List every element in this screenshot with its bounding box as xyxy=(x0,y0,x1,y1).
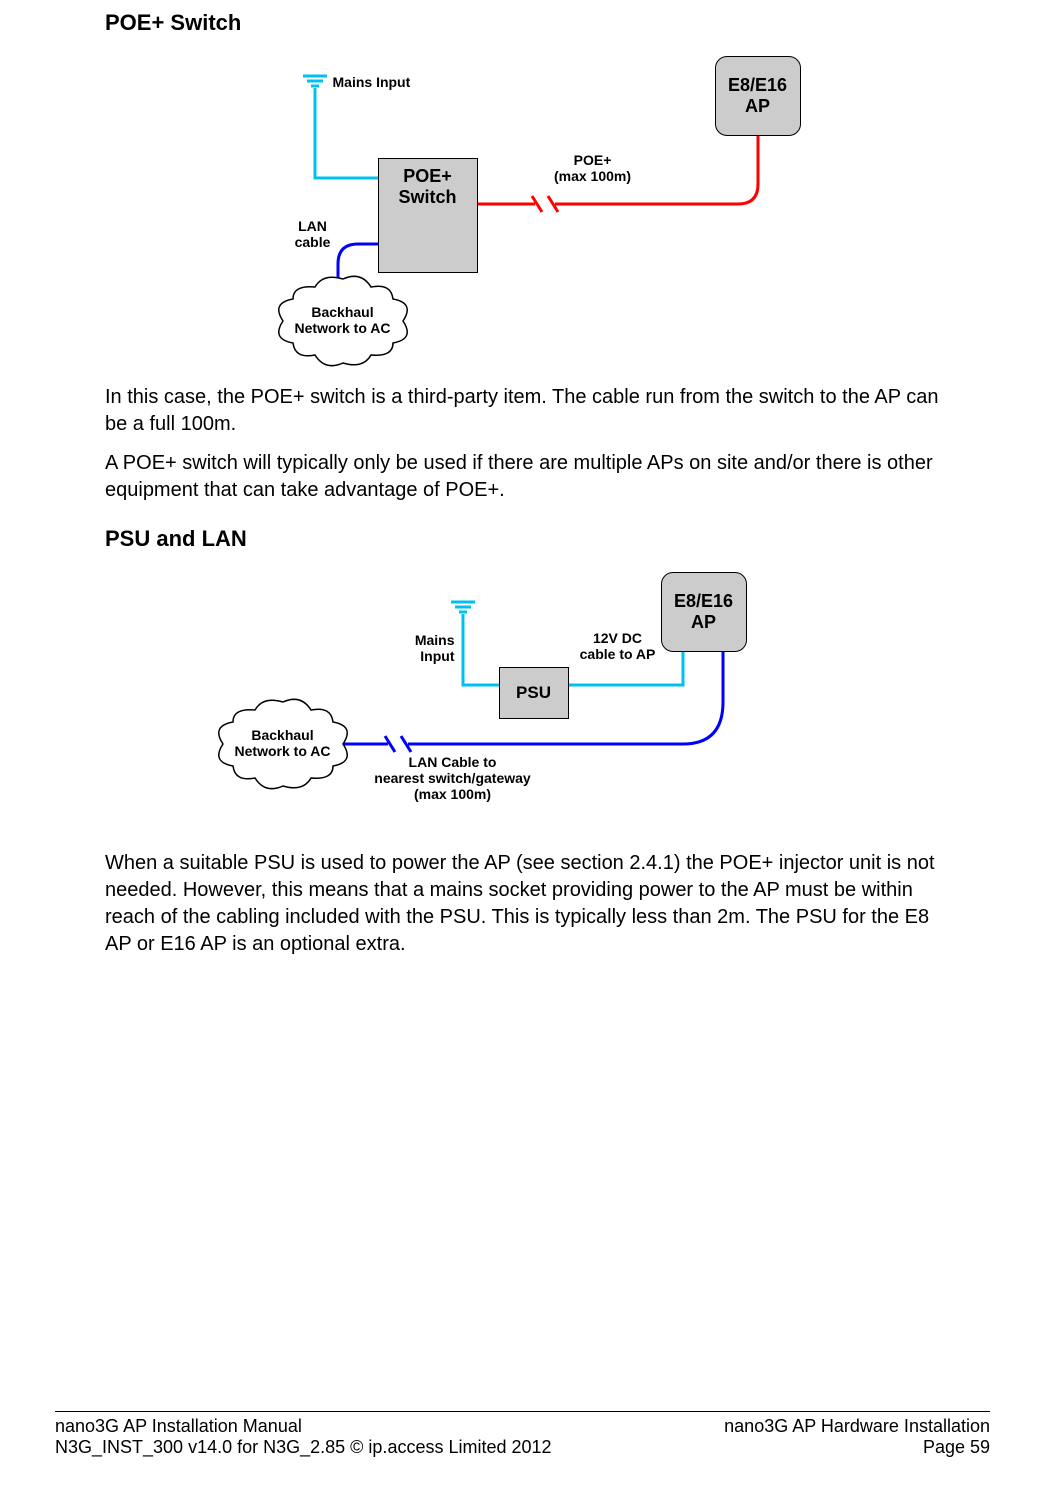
footer-left-2: N3G_INST_300 v14.0 for N3G_2.85 © ip.acc… xyxy=(55,1437,552,1458)
ap-label-l2: AP xyxy=(745,96,770,117)
para-psu-1: When a suitable PSU is used to power the… xyxy=(105,850,940,958)
footer-left-1: nano3G AP Installation Manual xyxy=(55,1416,302,1437)
poe-switch-label-l1: POE+ xyxy=(403,166,452,187)
cloud-label-2: Backhaul Network to AC xyxy=(223,727,343,759)
ap2-label-l1: E8/E16 xyxy=(674,591,733,612)
heading-poe-switch: POE+ Switch xyxy=(105,0,940,36)
lan2-l2: nearest switch/gateway xyxy=(374,770,530,786)
diagram-psu-lan: PSU E8/E16 AP Mains Input 12V DC cable t… xyxy=(183,572,863,832)
poe-switch-box: POE+ Switch xyxy=(378,158,478,273)
mains2-l2: Input xyxy=(420,648,454,664)
lan2-l1: LAN Cable to xyxy=(409,754,497,770)
dc-cable-label: 12V DC cable to AP xyxy=(568,630,668,662)
cloud1-l1: Backhaul xyxy=(311,304,373,320)
heading-psu-lan: PSU and LAN xyxy=(105,504,940,552)
lan-cable-l2: cable xyxy=(295,234,331,250)
lan-cable-label-2: LAN Cable to nearest switch/gateway (max… xyxy=(358,754,548,802)
dc-l1: 12V DC xyxy=(593,630,642,646)
footer-right-1: nano3G AP Hardware Installation xyxy=(724,1416,990,1437)
page-footer: nano3G AP Installation Manual nano3G AP … xyxy=(55,1411,990,1458)
lan-cable-label: LAN cable xyxy=(288,218,338,250)
poe-cable-l2: (max 100m) xyxy=(554,168,631,184)
cloud2-l2: Network to AC xyxy=(235,743,331,759)
footer-right-2: Page 59 xyxy=(923,1437,990,1458)
ap-box-2: E8/E16 AP xyxy=(661,572,747,652)
cloud1-l2: Network to AC xyxy=(295,320,391,336)
ap-label-l1: E8/E16 xyxy=(728,75,787,96)
lan-cable-l1: LAN xyxy=(298,218,327,234)
psu-label: PSU xyxy=(516,683,551,703)
lan2-l3: (max 100m) xyxy=(414,786,491,802)
ap2-label-l2: AP xyxy=(691,612,716,633)
poe-cable-label: POE+ (max 100m) xyxy=(543,152,643,184)
cloud2-l1: Backhaul xyxy=(251,727,313,743)
para-poe-1: In this case, the POE+ switch is a third… xyxy=(105,384,940,438)
psu-box: PSU xyxy=(499,667,569,719)
ap-box-1: E8/E16 AP xyxy=(715,56,801,136)
cloud-label-1: Backhaul Network to AC xyxy=(283,304,403,336)
diagram-poe-switch: POE+ Switch E8/E16 AP Mains Input POE+ (… xyxy=(183,56,863,366)
mains-label-2: Mains Input xyxy=(405,632,455,664)
footer-rule xyxy=(55,1411,990,1412)
poe-switch-label-l2: Switch xyxy=(398,187,456,208)
para-poe-2: A POE+ switch will typically only be use… xyxy=(105,450,940,504)
dc-l2: cable to AP xyxy=(580,646,656,662)
poe-cable-l1: POE+ xyxy=(574,152,612,168)
page: POE+ Switch POE+ Switch xyxy=(0,0,1045,1506)
mains-input-label: Mains Input xyxy=(333,74,411,90)
mains2-l1: Mains xyxy=(415,632,455,648)
